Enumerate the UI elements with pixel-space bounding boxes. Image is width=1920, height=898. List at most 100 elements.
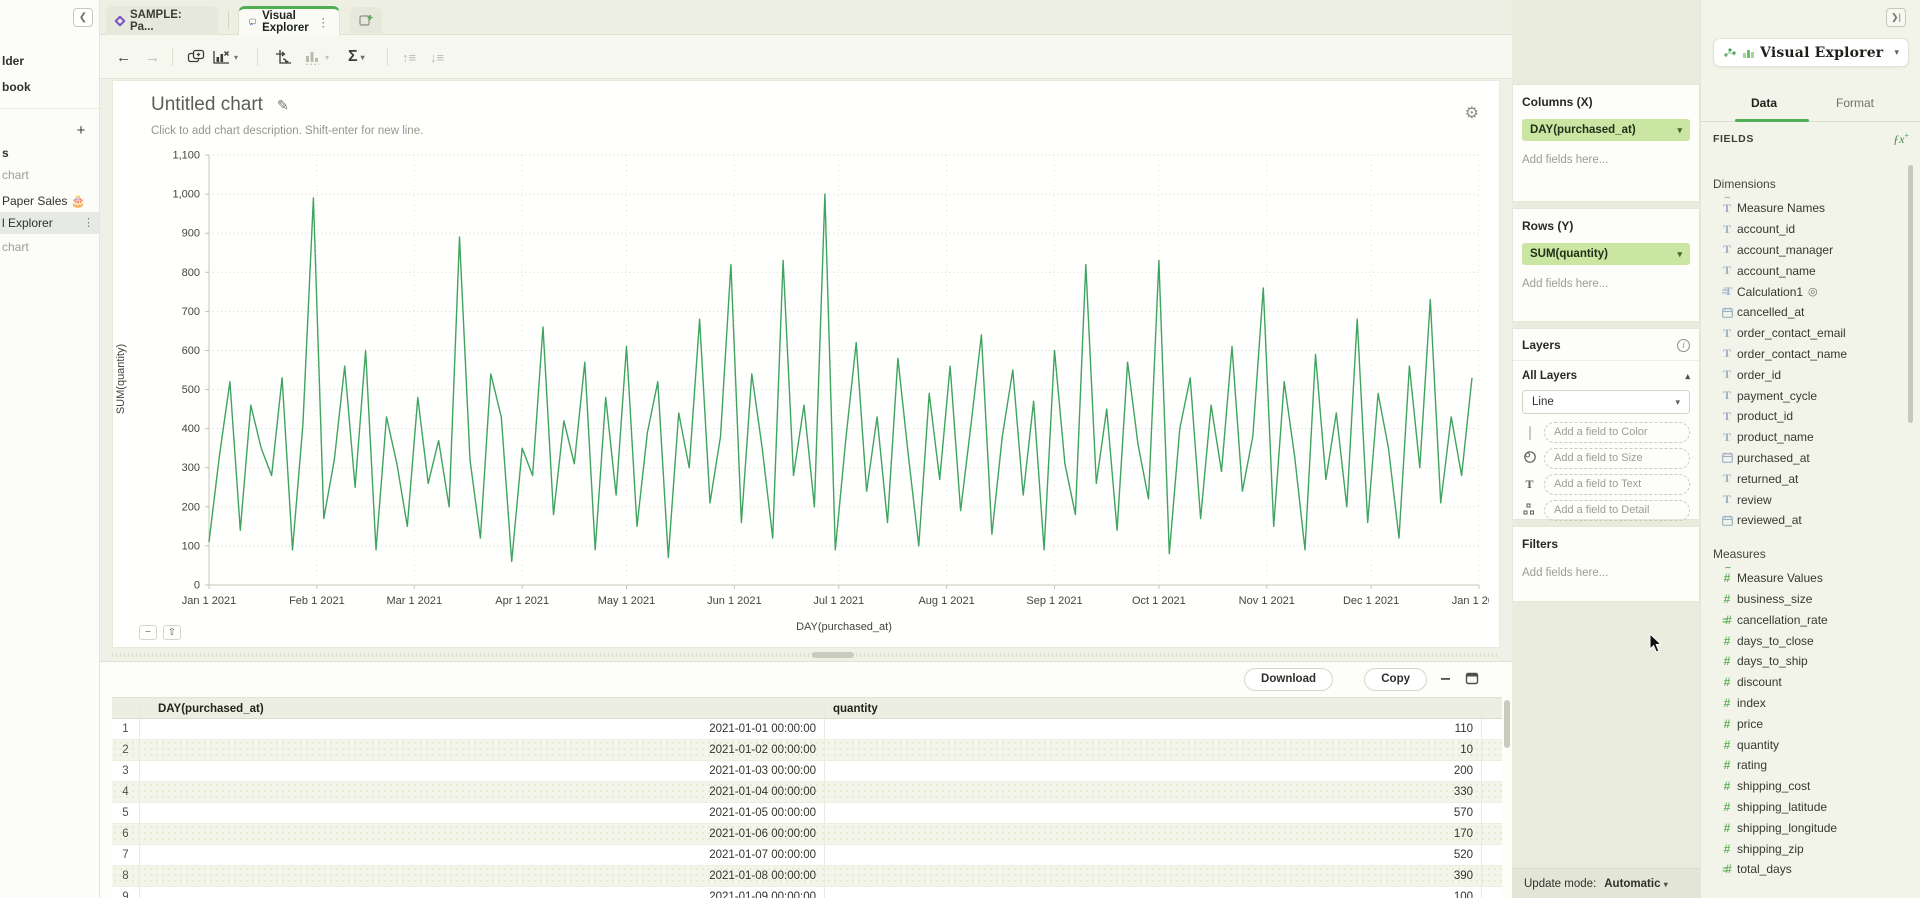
cell-quantity[interactable]: 330 (825, 782, 1482, 802)
filters-add-fields[interactable]: Add fields here... (1522, 567, 1690, 579)
sort-ascending-button[interactable]: ↑≡ (402, 46, 416, 68)
table-row[interactable]: 42021-01-04 00:00:00330 (112, 782, 1502, 803)
table-scrollbar[interactable] (1504, 700, 1510, 890)
cell-date[interactable]: 2021-01-08 00:00:00 (140, 866, 825, 886)
cell-quantity[interactable]: 100 (825, 887, 1482, 898)
mark-type-select[interactable]: Line ▾ (1522, 390, 1690, 414)
all-layers-toggle[interactable]: All Layers ▴ (1513, 361, 1699, 388)
table-row[interactable]: 62021-01-06 00:00:00170 (112, 824, 1502, 845)
measure-field-shipping-latitude[interactable]: #shipping_latitude (1701, 797, 1907, 818)
divider-drag-handle[interactable] (812, 652, 854, 658)
tab-data[interactable]: Data (1751, 96, 1777, 110)
add-field-to-detail-input[interactable]: Add a field to Detail (1544, 500, 1690, 521)
forward-button[interactable]: → (145, 46, 160, 68)
rows-y-add-fields[interactable]: Add fields here... (1522, 278, 1690, 290)
line-chart-plot[interactable]: 01002003004005006007008009001,0001,100Ja… (139, 145, 1489, 610)
cell-date[interactable]: 2021-01-09 00:00:00 (140, 887, 825, 898)
zoom-reset-button[interactable]: ⇧ (163, 625, 181, 640)
table-row[interactable]: 72021-01-07 00:00:00520 (112, 845, 1502, 866)
measure-field-total-days[interactable]: =#total_days (1701, 859, 1907, 880)
columns-x-field-pill[interactable]: DAY(purchased_at) ▾ (1522, 119, 1690, 141)
fields-scrollbar[interactable] (1908, 165, 1913, 885)
table-row[interactable]: 32021-01-03 00:00:00200 (112, 761, 1502, 782)
sort-descending-button[interactable]: ↓≡ (430, 46, 444, 68)
measure-field-shipping-longitude[interactable]: #shipping_longitude (1701, 817, 1907, 838)
table-row[interactable]: 12021-01-01 00:00:00110 (112, 719, 1502, 740)
measure-field-business-size[interactable]: #business_size (1701, 589, 1907, 610)
dimension-field-order-contact-name[interactable]: Torder_contact_name (1701, 344, 1907, 365)
aggregate-button[interactable]: Σ▾ (348, 46, 365, 68)
measure-field-days-to-ship[interactable]: #days_to_ship (1701, 651, 1907, 672)
sidebar-item[interactable]: Paper Sales 🎂 (0, 190, 99, 212)
dimension-field-account-name[interactable]: Taccount_name (1701, 260, 1907, 281)
sidebar-item[interactable]: l Explorer⋮ (0, 212, 99, 234)
column-header-quantity[interactable]: quantity (825, 698, 1482, 718)
columns-x-add-fields[interactable]: Add fields here... (1522, 154, 1690, 166)
cell-quantity[interactable]: 570 (825, 803, 1482, 823)
measure-field-measure-values[interactable]: #Measure Values (1701, 568, 1907, 589)
add-field-to-size-input[interactable]: Add a field to Size (1544, 448, 1690, 469)
dimension-field-account-id[interactable]: Taccount_id (1701, 219, 1907, 240)
dimension-field-payment-cycle[interactable]: Tpayment_cycle (1701, 385, 1907, 406)
tab-menu-icon[interactable]: ⋮ (318, 15, 330, 29)
table-row[interactable]: 92021-01-09 00:00:00100 (112, 887, 1502, 898)
table-row[interactable]: 82021-01-08 00:00:00390 (112, 866, 1502, 887)
sidebar-item[interactable]: lder (0, 50, 99, 72)
dimension-field-calculation1[interactable]: =TCalculation1◎ (1701, 281, 1907, 302)
dimension-field-cancelled-at[interactable]: cancelled_at (1701, 302, 1907, 323)
cell-date[interactable]: 2021-01-04 00:00:00 (140, 782, 825, 802)
add-field-to-color-input[interactable]: Add a field to Color (1544, 422, 1690, 443)
measure-field-cancellation-rate[interactable]: =#cancellation_rate (1701, 609, 1907, 630)
measure-field-shipping-cost[interactable]: #shipping_cost (1701, 776, 1907, 797)
sidebar-item[interactable]: chart (0, 236, 99, 258)
measure-field-price[interactable]: #price (1701, 713, 1907, 734)
add-field-to-text-input[interactable]: Add a field to Text (1544, 474, 1690, 495)
collapse-panel-icon[interactable]: ❯| (1886, 8, 1906, 27)
pane-resize-divider[interactable] (112, 650, 1500, 660)
item-menu-icon[interactable]: ⋮ (83, 212, 94, 234)
group-bars-button[interactable]: ▾ (304, 46, 329, 68)
tab-visual-explorer[interactable]: Visual Explorer ⋮ (238, 6, 340, 35)
dimension-field-returned-at[interactable]: Treturned_at (1701, 468, 1907, 489)
new-element-tab-button[interactable] (350, 7, 382, 33)
copy-button[interactable]: Copy (1364, 668, 1427, 691)
cell-quantity[interactable]: 10 (825, 740, 1482, 760)
download-button[interactable]: Download (1244, 668, 1333, 691)
swap-axes-button[interactable] (274, 46, 292, 68)
fields-scrollbar-thumb[interactable] (1908, 165, 1913, 423)
dimension-field-account-manager[interactable]: Taccount_manager (1701, 240, 1907, 261)
edit-title-icon[interactable]: ✎ (277, 97, 289, 114)
dimension-field-reviewed-at[interactable]: reviewed_at (1701, 510, 1907, 531)
measure-field-days-to-close[interactable]: #days_to_close (1701, 630, 1907, 651)
dimension-field-measure-names[interactable]: TMeasure Names (1701, 198, 1907, 219)
add-formula-icon[interactable]: ƒx+ (1893, 131, 1909, 147)
cell-date[interactable]: 2021-01-07 00:00:00 (140, 845, 825, 865)
dimension-field-product-name[interactable]: Tproduct_name (1701, 427, 1907, 448)
cell-date[interactable]: 2021-01-02 00:00:00 (140, 740, 825, 760)
measure-field-discount[interactable]: #discount (1701, 672, 1907, 693)
tab-format[interactable]: Format (1836, 96, 1874, 110)
info-icon[interactable]: i (1677, 339, 1690, 352)
duplicate-element-button[interactable] (187, 46, 205, 68)
table-row[interactable]: 52021-01-05 00:00:00570 (112, 803, 1502, 824)
dimension-field-product-id[interactable]: Tproduct_id (1701, 406, 1907, 427)
cell-quantity[interactable]: 170 (825, 824, 1482, 844)
cell-quantity[interactable]: 520 (825, 845, 1482, 865)
sidebar-item[interactable]: chart (0, 164, 99, 186)
table-scrollbar-thumb[interactable] (1504, 700, 1510, 748)
cell-date[interactable]: 2021-01-05 00:00:00 (140, 803, 825, 823)
column-header-date[interactable]: DAY(purchased_at) (140, 698, 825, 718)
dimension-field-order-id[interactable]: Torder_id (1701, 364, 1907, 385)
sidebar-item[interactable]: s (0, 142, 99, 164)
table-row[interactable]: 22021-01-02 00:00:0010 (112, 740, 1502, 761)
cell-date[interactable]: 2021-01-01 00:00:00 (140, 719, 825, 739)
visual-explorer-selector[interactable]: Visual Explorer ▾ (1713, 38, 1909, 67)
change-chart-type-button[interactable]: ▾ (212, 46, 238, 68)
measure-field-shipping-zip[interactable]: #shipping_zip (1701, 838, 1907, 859)
dimension-field-purchased-at[interactable]: purchased_at (1701, 448, 1907, 469)
cell-date[interactable]: 2021-01-06 00:00:00 (140, 824, 825, 844)
cell-quantity[interactable]: 110 (825, 719, 1482, 739)
expand-table-icon[interactable] (1465, 672, 1479, 690)
measure-field-quantity[interactable]: #quantity (1701, 734, 1907, 755)
cell-quantity[interactable]: 390 (825, 866, 1482, 886)
